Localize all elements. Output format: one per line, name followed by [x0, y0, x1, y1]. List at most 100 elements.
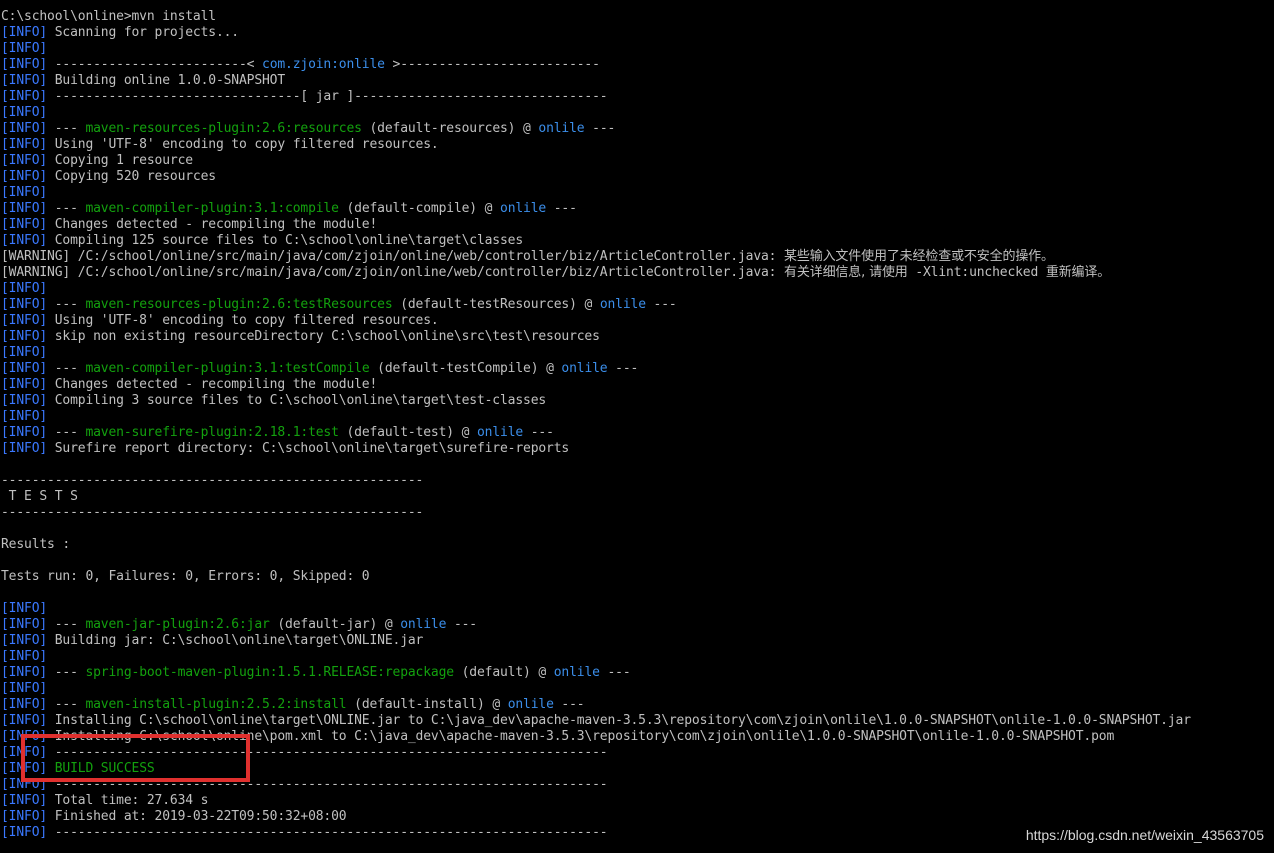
- console-line: [INFO] Finished at: 2019-03-22T09:50:32+…: [1, 809, 1191, 825]
- log-level-tag: [INFO]: [1, 809, 48, 824]
- console-line: [INFO] ---------------------------------…: [1, 825, 1191, 841]
- console-line: [INFO] --- spring-boot-maven-plugin:1.5.…: [1, 665, 1191, 681]
- log-text: ----------------------------------------…: [1, 473, 424, 488]
- log-level-tag: [INFO]: [1, 441, 48, 456]
- console-window[interactable]: C:\school\online>mvn install [INFO] Scann…: [0, 0, 1274, 853]
- log-text: ---: [584, 121, 616, 136]
- log-level-tag: [INFO]: [1, 425, 48, 440]
- log-level-tag: [WARNING]: [1, 249, 71, 264]
- log-level-tag: [INFO]: [1, 201, 48, 216]
- log-level-tag: [INFO]: [1, 137, 48, 152]
- log-text: /C:/school/online/src/main/java/com/zjoi…: [70, 265, 785, 280]
- log-level-tag: [WARNING]: [1, 265, 71, 280]
- log-level-tag: [INFO]: [1, 185, 48, 200]
- log-text: skip non existing resourceDirectory C:\s…: [47, 329, 600, 344]
- log-text: ---: [47, 121, 86, 136]
- log-text: ---: [47, 425, 86, 440]
- log-level-tag: [INFO]: [1, 729, 48, 744]
- plugin-goal-text: maven-install-plugin:2.5.2:install: [85, 697, 347, 712]
- console-line: [INFO] ---------------------------------…: [1, 745, 1191, 761]
- plugin-goal-text: maven-surefire-plugin:2.18.1:test: [85, 425, 339, 440]
- artifact-id-text: onlile: [538, 121, 585, 136]
- console-line: [INFO] skip non existing resourceDirecto…: [1, 329, 1191, 345]
- log-text: Changes detected - recompiling the modul…: [47, 217, 378, 232]
- console-line: ----------------------------------------…: [1, 473, 1191, 489]
- log-level-tag: [INFO]: [1, 617, 48, 632]
- log-text: 某些输入文件使用了未经检查或不安全的操作。: [784, 249, 1054, 264]
- log-level-tag: [INFO]: [1, 681, 48, 696]
- log-text: T E S T S: [1, 489, 78, 504]
- log-level-tag: [INFO]: [1, 57, 48, 72]
- log-text: (default-testCompile) @: [369, 361, 562, 376]
- log-text: ----------------------------------------…: [1, 505, 424, 520]
- plugin-goal-text: maven-jar-plugin:2.6:jar: [85, 617, 270, 632]
- console-line: [INFO] --- maven-jar-plugin:2.6:jar (def…: [1, 617, 1191, 633]
- log-level-tag: [INFO]: [1, 281, 48, 296]
- log-text: ----------------------------------------…: [47, 745, 608, 760]
- log-text: ---: [645, 297, 677, 312]
- log-text: Installing C:\school\online\target\ONLIN…: [47, 713, 1191, 728]
- console-line: [INFO]: [1, 649, 1191, 665]
- console-line: [INFO] Building online 1.0.0-SNAPSHOT: [1, 73, 1191, 89]
- artifact-id-text: onlile: [507, 697, 554, 712]
- console-line: [INFO] Copying 1 resource: [1, 153, 1191, 169]
- log-text: Copying 520 resources: [47, 169, 216, 184]
- log-level-tag: [INFO]: [1, 169, 48, 184]
- console-line: Tests run: 0, Failures: 0, Errors: 0, Sk…: [1, 569, 1191, 585]
- log-level-tag: [INFO]: [1, 825, 48, 840]
- console-line: [INFO] Changes detected - recompiling th…: [1, 377, 1191, 393]
- log-text: /C:/school/online/src/main/java/com/zjoi…: [70, 249, 785, 264]
- console-line: [INFO] Installing C:\school\online\pom.x…: [1, 729, 1191, 745]
- log-level-tag: [INFO]: [1, 745, 48, 760]
- log-level-tag: [INFO]: [1, 329, 48, 344]
- artifact-id-text: onlile: [476, 425, 524, 440]
- log-text: ---: [47, 697, 86, 712]
- log-level-tag: [INFO]: [1, 89, 48, 104]
- log-text: Tests run: 0, Failures: 0, Errors: 0, Sk…: [1, 569, 370, 584]
- console-line: [INFO]: [1, 41, 1191, 57]
- log-text: Finished at: 2019-03-22T09:50:32+08:00: [47, 809, 347, 824]
- console-line: [WARNING] /C:/school/online/src/main/jav…: [1, 249, 1191, 265]
- log-level-tag: [INFO]: [1, 393, 48, 408]
- console-output: C:\school\online>mvn install [INFO] Scann…: [1, 9, 1191, 841]
- log-level-tag: [INFO]: [1, 665, 48, 680]
- console-line: [INFO] Installing C:\school\online\targe…: [1, 713, 1191, 729]
- plugin-goal-text: BUILD SUCCESS: [54, 761, 155, 776]
- console-line: C:\school\online>mvn install: [1, 9, 1191, 25]
- log-text: ----------------------------------------…: [47, 825, 608, 840]
- log-text: (default-install) @: [346, 697, 508, 712]
- log-level-tag: [INFO]: [1, 777, 48, 792]
- plugin-goal-text: maven-compiler-plugin:3.1:testCompile: [85, 361, 370, 376]
- log-level-tag: [INFO]: [1, 713, 48, 728]
- console-line: [INFO] Scanning for projects...: [1, 25, 1191, 41]
- artifact-id-text: onlile: [553, 665, 600, 680]
- log-level-tag: [INFO]: [1, 153, 48, 168]
- log-text: ----------------------------------------…: [47, 777, 608, 792]
- log-text: ---: [47, 617, 86, 632]
- artifact-id-text: onlile: [400, 617, 447, 632]
- log-text: --------------------------------[ jar ]-…: [47, 89, 608, 104]
- log-level-tag: [INFO]: [1, 345, 48, 360]
- log-level-tag: [INFO]: [1, 361, 48, 376]
- console-line: [INFO]: [1, 345, 1191, 361]
- log-text: C:\school\online>mvn install: [1, 9, 216, 24]
- log-text: ---: [607, 361, 639, 376]
- log-text: ---: [47, 361, 86, 376]
- console-line: [INFO] ---------------------------------…: [1, 777, 1191, 793]
- console-line: [INFO]: [1, 281, 1191, 297]
- log-text: Changes detected - recompiling the modul…: [47, 377, 378, 392]
- console-line: T E S T S: [1, 489, 1191, 505]
- console-line: [INFO] Surefire report directory: C:\sch…: [1, 441, 1191, 457]
- log-level-tag: [INFO]: [1, 233, 48, 248]
- log-text: ---: [599, 665, 631, 680]
- log-level-tag: [INFO]: [1, 297, 48, 312]
- console-line: Results :: [1, 537, 1191, 553]
- log-text: -Xlint:unchecked: [907, 265, 1046, 280]
- console-line: [INFO] Compiling 3 source files to C:\sc…: [1, 393, 1191, 409]
- log-text: Using 'UTF-8' encoding to copy filtered …: [47, 313, 439, 328]
